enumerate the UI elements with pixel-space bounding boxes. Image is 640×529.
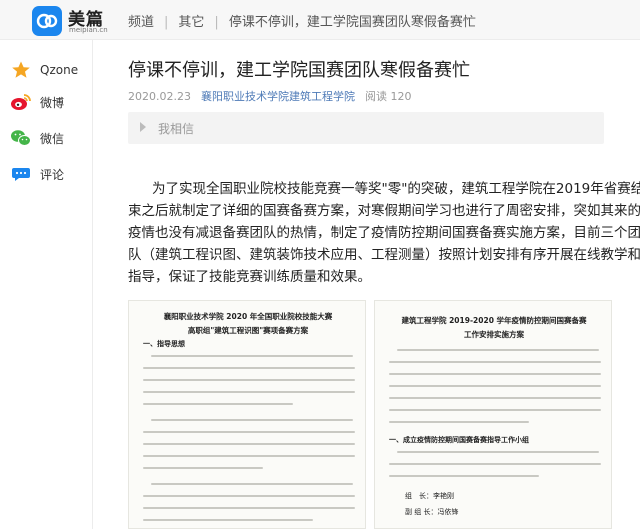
i-believe-bar[interactable]: 我相信 [128,112,604,144]
document-image-right[interactable]: 建筑工程学院 2019-2020 学年疫情防控期间国赛备赛 工作安排实施方案 一… [374,300,612,529]
star-icon [10,59,32,81]
doc-text-line [143,443,355,445]
article-paragraph: 为了实现全国职业院校技能竞赛一等奖"零"的突破，建筑工程学院在2019年省赛结 … [128,178,640,288]
doc-text-line [389,421,529,423]
doc-text-line [389,409,601,411]
doc-text-line [389,373,601,375]
doc-text-line [389,385,601,387]
article-meta: 2020.02.23 襄阳职业技术学院建筑工程学院 阅读 120 [128,88,411,104]
doc-text-line [143,455,355,457]
article-author-link[interactable]: 襄阳职业技术学院建筑工程学院 [201,90,355,103]
comment-button[interactable]: 评论 [10,162,64,186]
brand-domain: meipian.cn [69,26,108,34]
doc-text-line [397,451,599,453]
paragraph-line: 队（建筑工程识图、建筑装饰技术应用、工程测量）按照计划安排有序开展在线教学和 [128,247,640,263]
i-believe-label: 我相信 [158,122,195,136]
share-weibo-label: 微博 [40,95,65,110]
doc-text-line [143,431,355,433]
breadcrumb-other[interactable]: 其它 [178,15,204,30]
breadcrumb-current: 停课不停训，建工学院国赛团队寒假备赛忙 [228,15,476,30]
doc-left-section-1: 一、指导思想 [143,340,185,348]
wechat-icon [10,127,32,149]
article-read-count: 阅读 120 [364,90,412,103]
play-icon [140,122,146,132]
doc-text-line [151,483,353,485]
share-qzone-button[interactable]: Qzone [10,58,78,82]
document-image-left[interactable]: 襄阳职业技术学院 2020 年全国职业院校技能大赛 高职组"建筑工程识图"赛项备… [128,300,366,529]
breadcrumb-channel[interactable]: 频道 [128,15,154,30]
comment-icon [10,163,32,185]
doc-text-line [143,379,355,381]
doc-text-line [143,403,293,405]
doc-text-line [389,463,601,465]
paragraph-line: 束之后就制定了详细的国赛备赛方案，对寒假期间学习也进行了周密安排，突如其来的 [128,203,640,219]
doc-text-line [143,467,263,469]
breadcrumb-separator: | [164,15,169,30]
doc-right-leader: 组 长：李艳刚 [405,492,454,500]
breadcrumb-separator: | [214,15,219,30]
doc-left-heading-1: 襄阳职业技术学院 2020 年全国职业院校技能大赛 [163,312,333,321]
doc-text-line [389,361,601,363]
article-title: 停课不停训，建工学院国赛团队寒假备赛忙 [128,60,470,81]
comment-label: 评论 [40,167,65,182]
doc-text-line [151,355,353,357]
share-wechat-button[interactable]: 微信 [10,126,64,150]
doc-text-line [151,419,353,421]
share-wechat-label: 微信 [40,131,65,146]
doc-right-heading-1: 建筑工程学院 2019-2020 学年疫情防控期间国赛备赛 [401,316,587,325]
doc-text-line [143,519,313,521]
doc-text-line [397,349,599,351]
share-weibo-button[interactable]: 微博 [10,90,64,114]
article-date: 2020.02.23 [128,90,191,103]
share-qzone-label: Qzone [40,63,79,77]
meipian-logo[interactable] [32,6,62,36]
doc-text-line [143,495,355,497]
doc-left-heading-2: 高职组"建筑工程识图"赛项备赛方案 [187,326,309,335]
top-bar: 美篇 meipian.cn 频道 | 其它 | 停课不停训，建工学院国赛团队寒假备赛忙 [0,0,640,40]
weibo-icon [10,91,32,113]
paragraph-line: 疫情也没有减退备赛团队的热情，制定了疫情防控期间国赛备赛实施方案，目前三个团 [128,225,640,241]
paragraph-line: 指导，保证了技能竞赛训练质量和效果。 [128,269,371,285]
doc-text-line [389,397,601,399]
doc-text-line [143,391,355,393]
breadcrumb: 频道 | 其它 | 停课不停训，建工学院国赛团队寒假备赛忙 [128,11,476,30]
sidebar-divider [92,40,93,529]
paragraph-line: 为了实现全国职业院校技能竞赛一等奖"零"的突破，建筑工程学院在2019年省赛结 [152,181,640,197]
logo-mark-icon [36,13,58,29]
doc-right-vice-leader: 副 组 长：冯依锋 [405,508,459,516]
doc-text-line [143,367,355,369]
doc-right-heading-2: 工作安排实施方案 [464,330,524,339]
doc-right-section-1: 一、成立疫情防控期间国赛备赛指导工作小组 [389,436,529,444]
doc-text-line [389,475,539,477]
doc-text-line [143,507,355,509]
